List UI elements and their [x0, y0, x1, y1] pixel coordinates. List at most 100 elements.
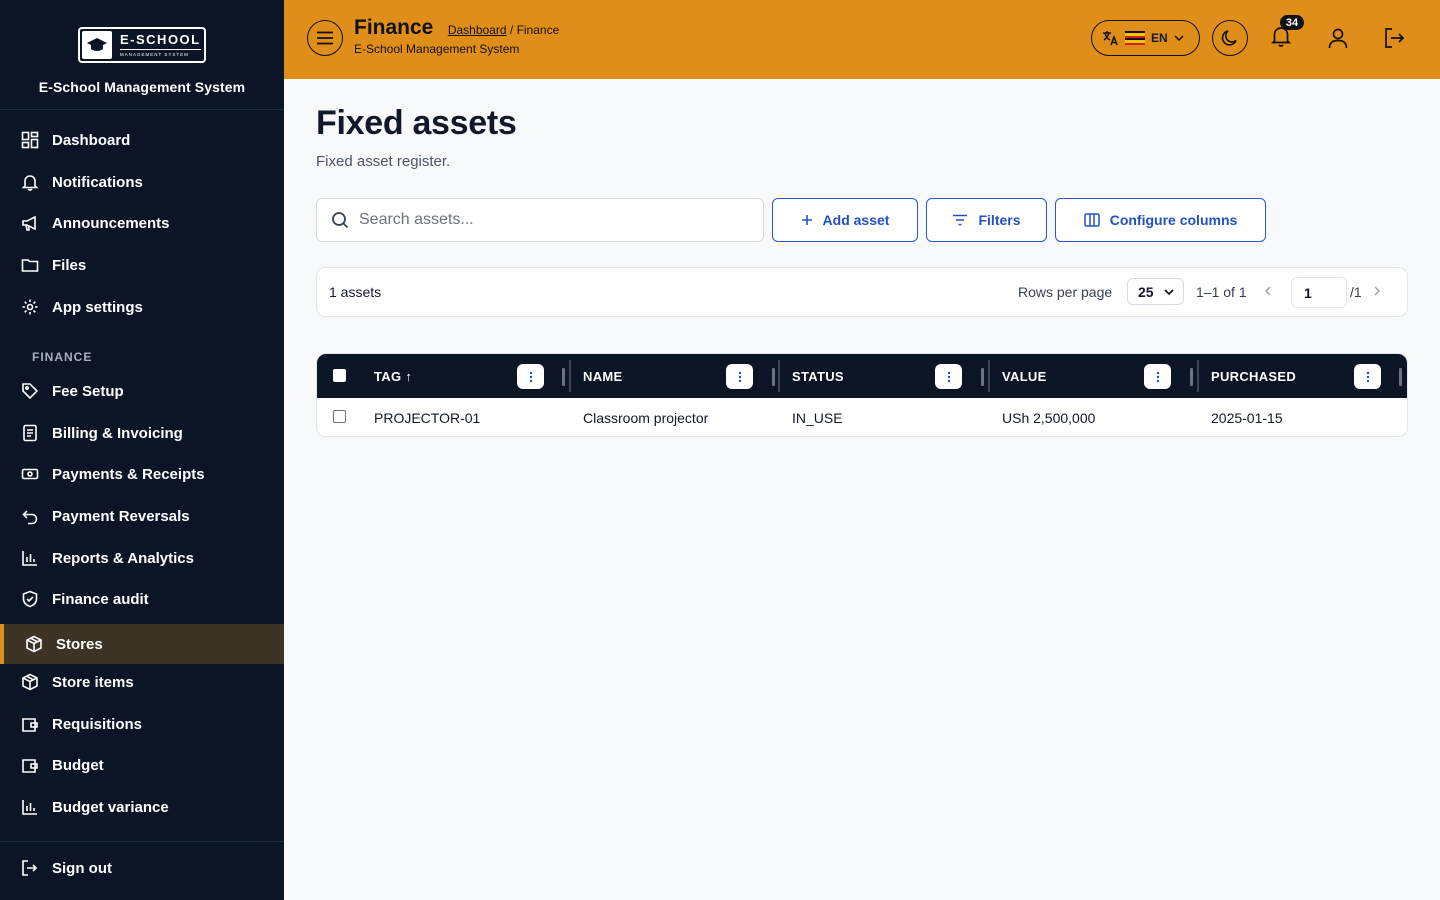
column-menu-button[interactable] [1354, 364, 1381, 389]
sidebar-item-payments[interactable]: Payments & Receipts [0, 454, 284, 494]
cell-value: USh 2,500,000 [1002, 410, 1096, 426]
column-menu-button[interactable] [1144, 364, 1171, 389]
page-title: Fixed assets [316, 104, 517, 142]
bar-chart-icon [20, 797, 40, 817]
sidebar-item-label: Files [52, 256, 87, 274]
rows-per-page-select[interactable]: 25 [1127, 278, 1184, 305]
notification-count-badge: 34 [1280, 15, 1304, 30]
select-all-checkbox[interactable] [333, 369, 346, 382]
more-vertical-icon [738, 371, 741, 382]
sidebar-item-label: Fee Setup [52, 382, 124, 400]
assets-table: TAG ↑ NAME STATUS VALUE PURCHASED PROJEC… [316, 353, 1408, 437]
sidebar-item-label: Payments & Receipts [52, 465, 205, 483]
column-header-name[interactable]: NAME [583, 354, 622, 398]
column-header-status[interactable]: STATUS [792, 354, 844, 398]
search-box [316, 198, 764, 242]
column-header-value[interactable]: VALUE [1002, 354, 1047, 398]
sign-out-icon [20, 858, 40, 878]
sidebar-item-payment-reversals[interactable]: Payment Reversals [0, 496, 284, 536]
sidebar-footer: Sign out [0, 841, 284, 900]
cell-tag: PROJECTOR-01 [374, 410, 481, 426]
logout-button[interactable] [1382, 26, 1406, 55]
wallet-icon [20, 714, 40, 734]
column-resize-handle[interactable] [1190, 368, 1193, 386]
column-divider [1197, 360, 1199, 392]
sidebar-item-budget[interactable]: Budget [0, 745, 284, 785]
search-input[interactable] [359, 211, 739, 229]
column-menu-button[interactable] [935, 364, 962, 389]
filters-label: Filters [978, 212, 1021, 228]
topbar-title: Finance [354, 16, 434, 39]
receipt-icon [20, 423, 40, 443]
sidebar-item-announcements[interactable]: Announcements [0, 203, 284, 243]
column-label: PURCHASED [1211, 368, 1297, 384]
add-asset-button[interactable]: Add asset [772, 198, 918, 242]
table-row[interactable]: PROJECTOR-01 Classroom projector IN_USE … [317, 398, 1407, 436]
sidebar-item-requisitions[interactable]: Requisitions [0, 704, 284, 744]
sidebar-item-label: Finance audit [52, 590, 149, 608]
wallet-icon [20, 755, 40, 775]
package-icon [20, 672, 40, 692]
more-vertical-icon [1366, 371, 1369, 382]
sidebar-item-reports[interactable]: Reports & Analytics [0, 538, 284, 578]
column-resize-handle[interactable] [562, 368, 565, 386]
folder-icon [20, 255, 40, 275]
column-header-purchased[interactable]: PURCHASED [1211, 354, 1296, 398]
sidebar-item-label: Billing & Invoicing [52, 424, 183, 442]
uganda-flag-icon [1125, 31, 1145, 45]
topbar: Finance Dashboard / Finance E-School Man… [284, 0, 1440, 79]
menu-toggle-button[interactable] [307, 20, 343, 56]
breadcrumb-dashboard-link[interactable]: Dashboard [448, 23, 507, 37]
sidebar-item-budget-variance[interactable]: Budget variance [0, 787, 284, 827]
column-header-tag[interactable]: TAG ↑ [374, 354, 412, 398]
search-icon [332, 212, 349, 229]
pagination-bar: 1 assets Rows per page 25 1–1 of 1 1 /1 [316, 267, 1408, 317]
shield-check-icon [20, 589, 40, 609]
row-checkbox[interactable] [333, 410, 346, 423]
column-menu-button[interactable] [517, 364, 544, 389]
sidebar-item-label: Announcements [52, 214, 170, 232]
sidebar-section-finance: FINANCE [32, 350, 93, 364]
sidebar-item-label: App settings [52, 298, 143, 316]
sign-out-button[interactable]: Sign out [0, 848, 284, 888]
theme-toggle-button[interactable] [1212, 20, 1248, 56]
chevron-down-icon [1174, 35, 1184, 41]
sign-out-label: Sign out [52, 859, 112, 877]
sidebar-item-stores[interactable]: Stores [0, 624, 284, 664]
sidebar-item-label: Dashboard [52, 131, 131, 149]
column-resize-handle[interactable] [1399, 368, 1402, 386]
breadcrumb-current: Finance [516, 23, 560, 37]
filters-button[interactable]: Filters [926, 198, 1047, 242]
sidebar-item-billing[interactable]: Billing & Invoicing [0, 413, 284, 453]
banknote-icon [20, 464, 40, 484]
column-divider [778, 360, 780, 392]
sidebar-item-label: Stores [56, 635, 103, 653]
rows-per-page-value: 25 [1138, 283, 1154, 300]
sidebar-item-files[interactable]: Files [0, 245, 284, 285]
column-divider [569, 360, 571, 392]
chevron-down-icon [1164, 288, 1174, 295]
user-icon [1328, 28, 1348, 49]
sidebar-item-store-items[interactable]: Store items [0, 662, 284, 702]
column-resize-handle[interactable] [772, 368, 775, 386]
chevron-right-icon[interactable] [1373, 285, 1381, 297]
language-selector[interactable]: EN [1091, 20, 1200, 56]
page-number-input[interactable]: 1 [1291, 277, 1347, 308]
sidebar-item-notifications[interactable]: Notifications [0, 162, 284, 202]
configure-columns-button[interactable]: Configure columns [1055, 198, 1266, 242]
sidebar-item-finance-audit[interactable]: Finance audit [0, 579, 284, 619]
sidebar-item-label: Budget variance [52, 798, 169, 816]
sidebar-item-label: Requisitions [52, 715, 143, 733]
sidebar-item-label: Payment Reversals [52, 507, 190, 525]
sidebar-item-fee-setup[interactable]: Fee Setup [0, 371, 284, 411]
column-resize-handle[interactable] [981, 368, 984, 386]
page-header: Finance Dashboard / Finance E-School Man… [354, 16, 559, 56]
sidebar-item-app-settings[interactable]: App settings [0, 287, 284, 327]
page-range: 1–1 of 1 [1196, 284, 1247, 300]
chevron-left-icon[interactable] [1264, 285, 1272, 297]
sidebar-item-dashboard[interactable]: Dashboard [0, 120, 284, 160]
logo-title: E-SCHOOL [120, 33, 201, 50]
profile-button[interactable] [1326, 26, 1350, 55]
column-menu-button[interactable] [726, 364, 753, 389]
logo: E-SCHOOL MANAGEMENT SYSTEM [78, 27, 206, 63]
